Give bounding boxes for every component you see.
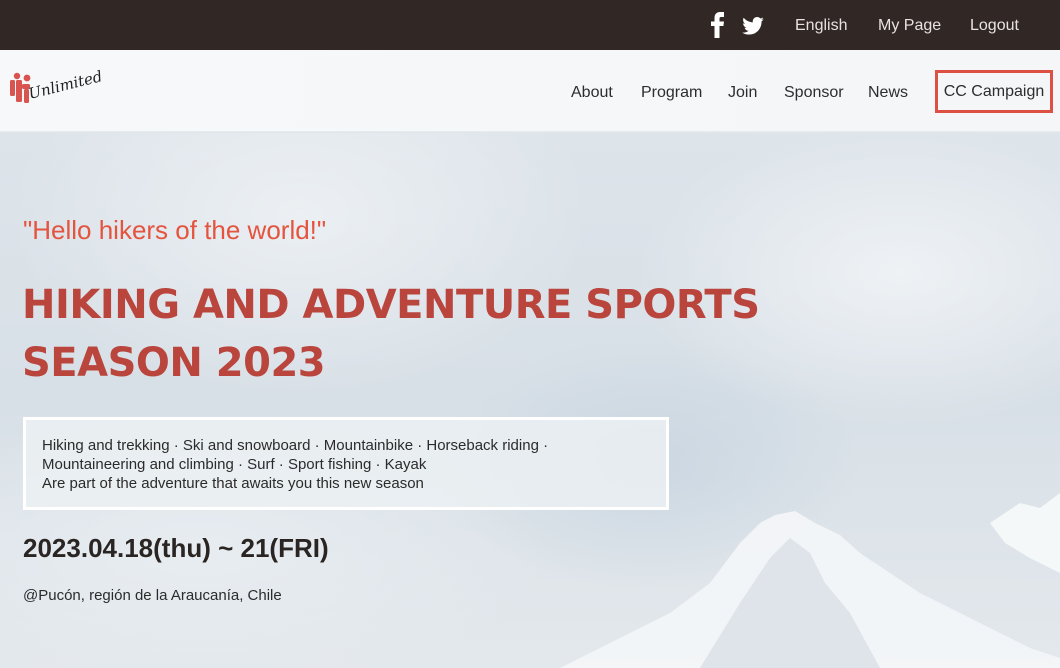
activities-line-1: Hiking and trekking · Ski and snowboard …	[42, 437, 549, 454]
nav-join[interactable]: Join	[728, 84, 757, 102]
event-dates: 2023.04.18(thu) ~ 21(FRI)	[23, 533, 329, 563]
headline-line-1: HIKING AND ADVENTURE SPORTS	[22, 282, 760, 328]
logout-link[interactable]: Logout	[970, 17, 1019, 35]
activities-line-3: Are part of the adventure that awaits yo…	[42, 475, 424, 492]
my-page-link[interactable]: My Page	[878, 17, 941, 35]
hero-section: "Hello hikers of the world!" HIKING AND …	[0, 133, 1060, 668]
unlimited-logo[interactable]: Unlimited	[8, 68, 108, 112]
svg-text:Unlimited: Unlimited	[27, 68, 105, 103]
hero-tagline: "Hello hikers of the world!"	[23, 215, 327, 245]
twitter-icon[interactable]	[742, 17, 764, 35]
headline-line-2: SEASON 2023	[22, 340, 326, 386]
activities-box: Hiking and trekking · Ski and snowboard …	[23, 417, 669, 510]
nav-program[interactable]: Program	[641, 84, 702, 102]
nav-news[interactable]: News	[868, 84, 908, 102]
event-location: @Pucón, región de la Araucanía, Chile	[23, 587, 282, 604]
nav-sponsor[interactable]: Sponsor	[784, 84, 844, 102]
activities-line-2: Mountaineering and climbing · Surf · Spo…	[42, 456, 427, 473]
language-link[interactable]: English	[795, 17, 847, 35]
nav-about[interactable]: About	[571, 84, 613, 102]
hero-headline: HIKING AND ADVENTURE SPORTS SEASON 2023	[22, 276, 842, 392]
facebook-icon[interactable]	[708, 12, 726, 38]
top-bar: English My Page Logout	[0, 0, 1060, 50]
main-nav: Unlimited About Program Join Sponsor New…	[0, 50, 1060, 132]
nav-cc-campaign[interactable]: CC Campaign	[935, 70, 1053, 113]
